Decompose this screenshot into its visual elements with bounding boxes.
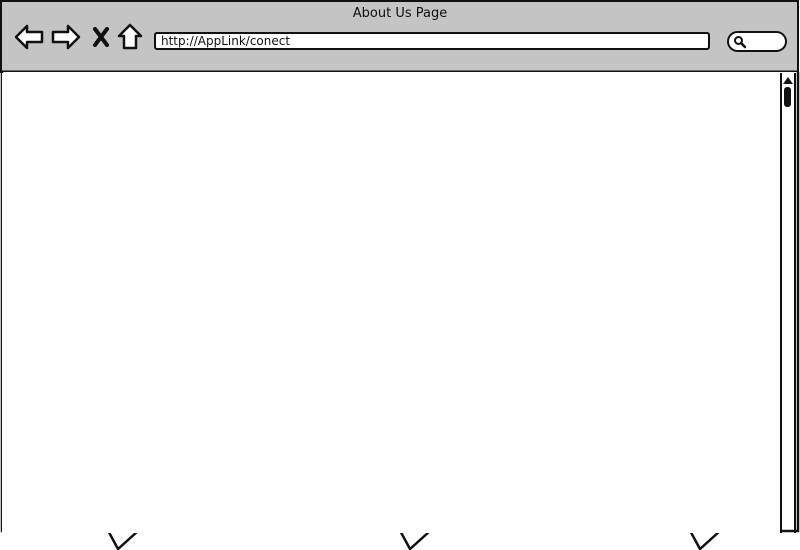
close-icon (93, 27, 109, 47)
page-content (2, 73, 780, 533)
window-title: About Us Page (352, 6, 448, 21)
forward-arrow-icon (51, 24, 81, 50)
scrollbar-thumb[interactable] (784, 87, 791, 107)
vertical-scrollbar[interactable] (780, 73, 796, 533)
search-icon (734, 36, 747, 49)
forward-button[interactable] (51, 24, 81, 50)
address-bar[interactable]: http://AppLink/conect (154, 32, 710, 50)
home-button[interactable] (117, 23, 143, 51)
search-input[interactable] (727, 31, 787, 52)
stop-button[interactable] (92, 27, 110, 47)
home-icon (117, 23, 143, 50)
scrollbar-track (780, 73, 796, 533)
back-arrow-icon (14, 24, 44, 50)
scroll-up-arrow-icon[interactable] (782, 75, 794, 85)
address-url: http://AppLink/conect (161, 34, 291, 48)
back-button[interactable] (14, 24, 44, 50)
browser-window: About Us Page http://AppLink/conect (0, 0, 800, 550)
